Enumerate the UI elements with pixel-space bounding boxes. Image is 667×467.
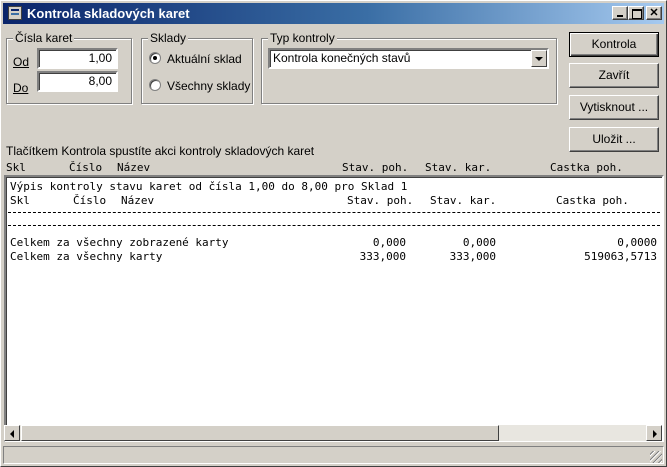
column-header-nazev: Název — [117, 161, 151, 174]
from-label: Od — [13, 55, 30, 69]
hint-text: Tlačítkem Kontrola spustíte akci kontrol… — [6, 144, 315, 158]
check-button[interactable]: Kontrola — [569, 32, 659, 57]
report-column-nazev: Název — [121, 194, 155, 207]
warehouses-label: Sklady — [148, 31, 189, 45]
current-warehouse-label[interactable]: Aktuální sklad — [167, 52, 242, 66]
from-input[interactable]: 1,00 — [37, 48, 118, 69]
to-input[interactable]: 8,00 — [37, 71, 118, 92]
report-column-castka-poh: Castka poh. — [556, 194, 629, 207]
report-column-skl: Skl — [10, 194, 30, 207]
card-numbers-label: Čísla karet — [13, 31, 75, 45]
main-window: Kontrola skladových karet ✕ Čísla karet … — [0, 0, 667, 467]
check-type-value: Kontrola konečných stavů — [273, 51, 411, 65]
column-header-castka-poh: Castka poh. — [550, 161, 623, 174]
row-label: Celkem za všechny karty — [10, 250, 163, 263]
save-button[interactable]: Uložit ... — [569, 127, 659, 152]
row-stav-kar: 0,000 — [462, 236, 496, 249]
app-icon — [8, 6, 22, 20]
scroll-left-icon[interactable] — [4, 425, 20, 441]
column-header-cislo: Číslo — [69, 161, 103, 174]
resize-grip-icon[interactable] — [650, 451, 662, 463]
title-bar[interactable]: Kontrola skladových karet ✕ — [3, 3, 664, 24]
row-castka: 0,0000 — [617, 236, 657, 249]
maximize-button[interactable] — [628, 6, 644, 20]
status-panel — [3, 446, 664, 464]
window-title: Kontrola skladových karet — [27, 6, 190, 21]
all-warehouses-label[interactable]: Všechny sklady — [167, 79, 250, 93]
all-warehouses-radio[interactable] — [149, 79, 161, 91]
horizontal-scrollbar[interactable] — [4, 425, 662, 441]
report-header: Výpis kontroly stavu karet od čísla 1,00… — [10, 180, 408, 193]
row-stav-poh: 333,000 — [359, 250, 406, 263]
close-button[interactable]: Zavřít — [569, 63, 659, 88]
scroll-right-icon[interactable] — [646, 425, 662, 441]
scroll-thumb[interactable] — [21, 425, 499, 441]
warehouses-group: Sklady — [141, 31, 253, 104]
report-output[interactable]: Výpis kontroly stavu karet od čísla 1,00… — [4, 175, 664, 442]
row-stav-poh: 0,000 — [372, 236, 406, 249]
current-warehouse-radio[interactable] — [149, 52, 161, 64]
print-button[interactable]: Vytisknout ... — [569, 95, 659, 120]
status-bar — [3, 444, 664, 465]
dropdown-arrow-icon[interactable] — [531, 50, 547, 67]
report-column-cislo: Číslo — [73, 194, 107, 207]
column-header-skl: Skl — [6, 161, 26, 174]
to-label: Do — [13, 81, 29, 95]
row-stav-kar: 333,000 — [449, 250, 496, 263]
separator-line — [8, 225, 660, 226]
separator-line — [8, 212, 660, 213]
report-column-stav-kar: Stav. kar. — [430, 194, 497, 207]
report-column-stav-poh: Stav. poh. — [347, 194, 414, 207]
row-castka: 519063,5713 — [584, 250, 657, 263]
row-label: Celkem za všechny zobrazené karty — [10, 236, 229, 249]
check-type-select[interactable]: Kontrola konečných stavů — [268, 48, 549, 69]
close-window-button[interactable]: ✕ — [646, 6, 662, 20]
minimize-button[interactable] — [612, 6, 628, 20]
check-type-label: Typ kontroly — [268, 31, 337, 45]
column-header-stav-kar: Stav. kar. — [425, 161, 492, 174]
column-header-stav-poh: Stav. poh. — [342, 161, 409, 174]
